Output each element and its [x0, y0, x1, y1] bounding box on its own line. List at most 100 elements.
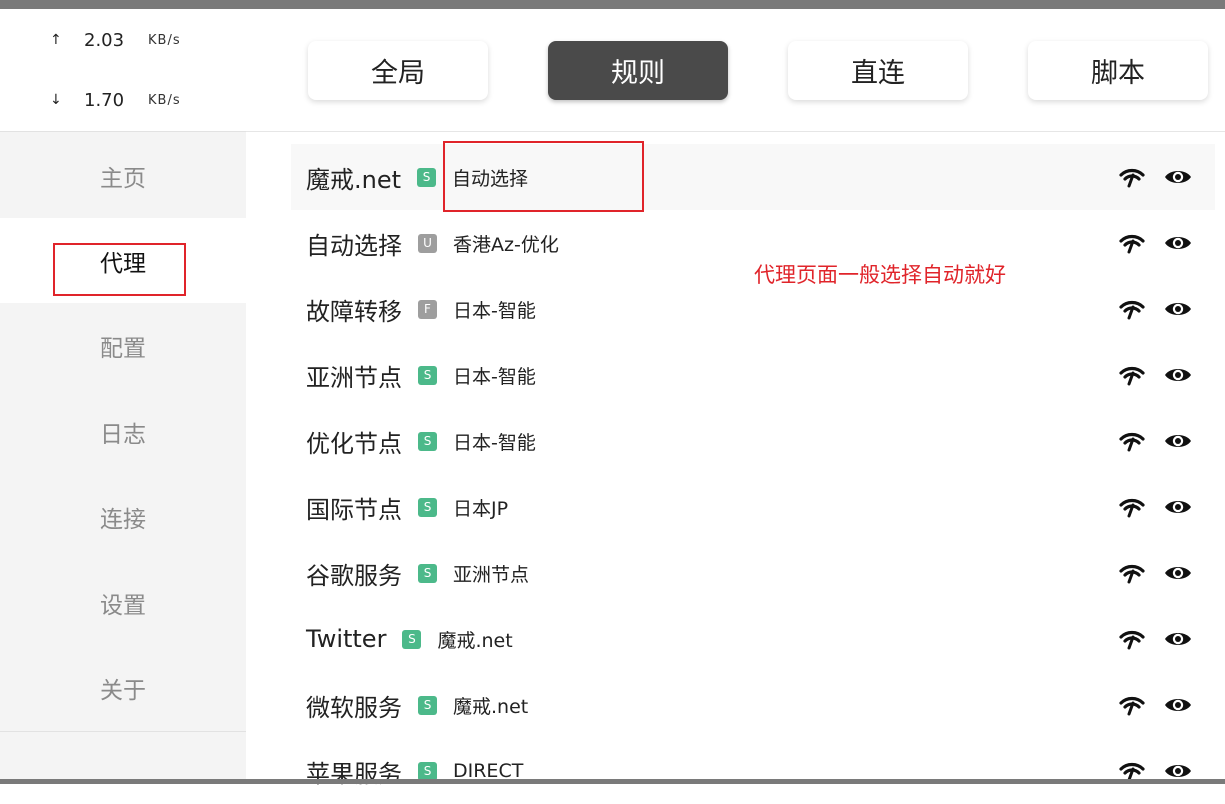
latency-test-icon[interactable]: [1117, 426, 1147, 456]
download-speed-unit: KB/s: [148, 92, 181, 108]
window-top-bar: [0, 0, 1225, 9]
upload-speed: ↑ 2.03 KB/s: [50, 28, 181, 52]
eye-icon[interactable]: [1163, 558, 1193, 588]
selected-node-label[interactable]: 日本-智能: [453, 296, 536, 323]
proxy-type-badge: F: [418, 299, 437, 319]
eye-icon[interactable]: [1163, 294, 1193, 324]
row-actions: [1117, 474, 1193, 540]
row-actions: [1117, 210, 1193, 276]
main-panel: 全局 规则 直连 脚本 魔戒.net S 自动选择 自动选择 U 香港Az-优化 故障转移 F…: [246, 9, 1225, 788]
proxy-type-badge: S: [418, 497, 437, 517]
latency-test-icon[interactable]: [1117, 162, 1147, 192]
nav-item-home[interactable]: 主页: [0, 133, 246, 218]
latency-test-icon[interactable]: [1117, 690, 1147, 720]
row-actions: [1117, 342, 1193, 408]
eye-icon[interactable]: [1163, 426, 1193, 456]
proxy-group-row[interactable]: 亚洲节点 S 日本-智能: [291, 342, 1215, 408]
mode-label: 脚本: [1091, 58, 1145, 89]
eye-icon[interactable]: [1163, 492, 1193, 522]
proxy-group-row[interactable]: Twitter S 魔戒.net: [291, 606, 1215, 672]
latency-test-icon[interactable]: [1117, 624, 1147, 654]
nav-item-connections[interactable]: 连接: [0, 474, 246, 559]
mode-direct-button[interactable]: 直连: [788, 41, 968, 100]
eye-icon[interactable]: [1163, 228, 1193, 258]
proxy-group-row[interactable]: 魔戒.net S 自动选择: [291, 144, 1215, 210]
eye-icon[interactable]: [1163, 624, 1193, 654]
latency-test-icon[interactable]: [1117, 360, 1147, 390]
proxy-group-name: 国际节点: [306, 495, 402, 524]
download-speed: ↓ 1.70 KB/s: [50, 88, 181, 112]
latency-test-icon[interactable]: [1117, 294, 1147, 324]
selected-node-label[interactable]: 日本-智能: [453, 362, 536, 389]
selected-node-label[interactable]: 香港Az-优化: [453, 230, 559, 257]
proxy-group-name: 优化节点: [306, 429, 402, 458]
proxy-group-name: 亚洲节点: [306, 363, 402, 392]
latency-test-icon[interactable]: [1117, 228, 1147, 258]
proxy-group-row[interactable]: 国际节点 S 日本JP: [291, 474, 1215, 540]
mode-label: 直连: [851, 58, 905, 89]
latency-test-icon[interactable]: [1117, 558, 1147, 588]
speed-panel: ↑ 2.03 KB/s ↓ 1.70 KB/s: [0, 9, 246, 131]
mode-divider: [246, 131, 1225, 132]
proxy-type-badge: S: [417, 167, 437, 187]
sidebar: ↑ 2.03 KB/s ↓ 1.70 KB/s 主页 代理 配置 日志 连接 设…: [0, 9, 246, 779]
selected-node-label[interactable]: 日本-智能: [453, 428, 536, 455]
nav-item-settings[interactable]: 设置: [0, 560, 246, 645]
nav-item-label: 日志: [100, 421, 146, 448]
nav-item-label: 设置: [100, 592, 146, 619]
proxy-group-row[interactable]: 故障转移 F 日本-智能: [291, 276, 1215, 342]
row-actions: [1117, 144, 1193, 210]
mode-global-button[interactable]: 全局: [308, 41, 488, 100]
nav-item-label: 配置: [100, 335, 146, 362]
upload-speed-unit: KB/s: [148, 32, 181, 48]
mode-rule-button[interactable]: 规则: [548, 41, 728, 100]
annotation-text: 代理页面一般选择自动就好: [754, 263, 1006, 287]
row-actions: [1117, 276, 1193, 342]
nav-item-label: 关于: [100, 677, 146, 704]
sidebar-bottom-divider: [0, 731, 246, 732]
selected-node-label[interactable]: 魔戒.net: [437, 626, 512, 653]
proxy-group-name: 微软服务: [306, 693, 402, 722]
row-actions: [1117, 672, 1193, 738]
proxy-type-badge: S: [418, 431, 437, 451]
proxy-type-badge: U: [418, 233, 437, 253]
latency-test-icon[interactable]: [1117, 492, 1147, 522]
selected-node-label[interactable]: 魔戒.net: [453, 692, 528, 719]
proxy-group-row[interactable]: 苹果服务 S DIRECT: [291, 738, 1215, 804]
row-actions: [1117, 408, 1193, 474]
nav-item-about[interactable]: 关于: [0, 645, 246, 730]
eye-icon[interactable]: [1163, 360, 1193, 390]
nav-item-logs[interactable]: 日志: [0, 389, 246, 474]
annotation-box-selected-node: [443, 141, 644, 212]
proxy-group-name: 自动选择: [306, 231, 402, 260]
proxy-group-row[interactable]: 谷歌服务 S 亚洲节点: [291, 540, 1215, 606]
proxy-type-badge: S: [418, 563, 437, 583]
proxy-type-badge: S: [418, 695, 437, 715]
download-speed-value: 1.70: [84, 89, 125, 111]
sidebar-divider: [0, 131, 246, 132]
proxy-group-row[interactable]: 自动选择 U 香港Az-优化: [291, 210, 1215, 276]
mode-script-button[interactable]: 脚本: [1028, 41, 1208, 100]
proxy-group-name: 故障转移: [306, 297, 402, 326]
eye-icon[interactable]: [1163, 690, 1193, 720]
selected-node-label[interactable]: 亚洲节点: [453, 560, 529, 587]
row-actions: [1117, 738, 1193, 804]
proxy-group-row[interactable]: 微软服务 S 魔戒.net: [291, 672, 1215, 738]
nav-item-label: 主页: [100, 165, 146, 192]
mode-label: 规则: [611, 58, 665, 89]
nav-item-label: 连接: [100, 506, 146, 533]
proxy-group-name: Twitter: [306, 625, 387, 653]
proxy-group-name: 魔戒.net: [306, 165, 402, 194]
nav-item-profiles[interactable]: 配置: [0, 303, 246, 388]
proxy-group-row[interactable]: 优化节点 S 日本-智能: [291, 408, 1215, 474]
proxy-type-badge: S: [418, 365, 437, 385]
proxy-type-badge: S: [402, 629, 422, 649]
eye-icon[interactable]: [1163, 162, 1193, 192]
annotation-box-proxy-nav: [53, 243, 186, 296]
upload-arrow-icon: ↑: [50, 32, 62, 48]
proxy-group-name: 谷歌服务: [306, 561, 402, 590]
mode-label: 全局: [371, 58, 425, 89]
selected-node-label[interactable]: 日本JP: [453, 494, 508, 521]
download-arrow-icon: ↓: [50, 92, 62, 108]
row-actions: [1117, 606, 1193, 672]
